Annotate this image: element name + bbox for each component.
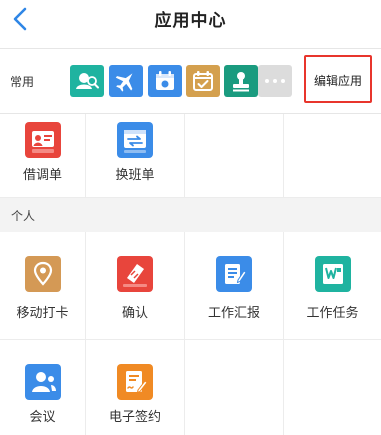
empty-tile [185,114,284,197]
section-header-personal: 个人 [0,198,381,232]
shift-swap-icon [117,122,153,158]
apps-row: 移动打卡 确认 工作汇报 工作任务 [0,232,381,340]
confirm-icon [117,256,153,292]
task-icon [314,256,351,292]
app-tile[interactable]: 移动打卡 [0,232,86,339]
transfer-form-icon [24,122,61,158]
more-icon[interactable] [258,65,292,97]
calendar-icon [156,71,174,90]
empty-tile [284,114,381,197]
app-tile[interactable]: 电子签约 [86,340,185,435]
common-app-flight[interactable] [109,65,143,97]
app-tile[interactable]: 换班单 [86,114,185,197]
header: 应用中心 [0,0,381,40]
app-tile[interactable]: 确认 [86,232,185,339]
app-label: 工作任务 [306,306,359,321]
location-icon [24,256,61,292]
common-app-calendar[interactable] [148,65,182,97]
empty-tile [284,340,381,435]
empty-tile [185,340,284,435]
app-tile[interactable]: 借调单 [0,114,86,197]
common-app-contacts[interactable] [70,65,104,97]
app-label: 借调单 [22,168,62,183]
apps-row: 会议 电子签约 [0,340,381,435]
meeting-icon [24,364,61,400]
app-label: 确认 [121,306,148,321]
e-sign-icon [117,364,153,400]
app-label: 会议 [29,410,56,425]
apps-row: 借调单 换班单 [0,114,381,198]
edit-apps-label: 编辑应用 [313,74,362,88]
app-label: 电子签约 [108,410,161,425]
app-label: 工作汇报 [207,306,260,321]
page-title: 应用中心 [154,11,227,31]
common-app-attendance[interactable] [186,65,220,97]
contacts-icon [76,73,99,89]
check-calendar-icon [193,71,213,91]
app-label: 换班单 [115,168,155,183]
app-label: 移动打卡 [16,306,69,321]
common-apps-bar: 常用 编辑应用 [0,48,381,114]
app-tile[interactable]: 工作任务 [284,232,381,339]
edit-apps-button[interactable]: 编辑应用 [304,55,372,103]
common-label: 常用 [10,75,35,89]
section-label: 个人 [11,209,36,223]
app-tile[interactable]: 会议 [0,340,86,435]
report-icon [216,256,252,292]
app-tile[interactable]: 工作汇报 [185,232,284,339]
stamp-icon [233,72,249,92]
common-app-seal[interactable] [224,65,258,97]
airplane-icon [115,73,133,92]
